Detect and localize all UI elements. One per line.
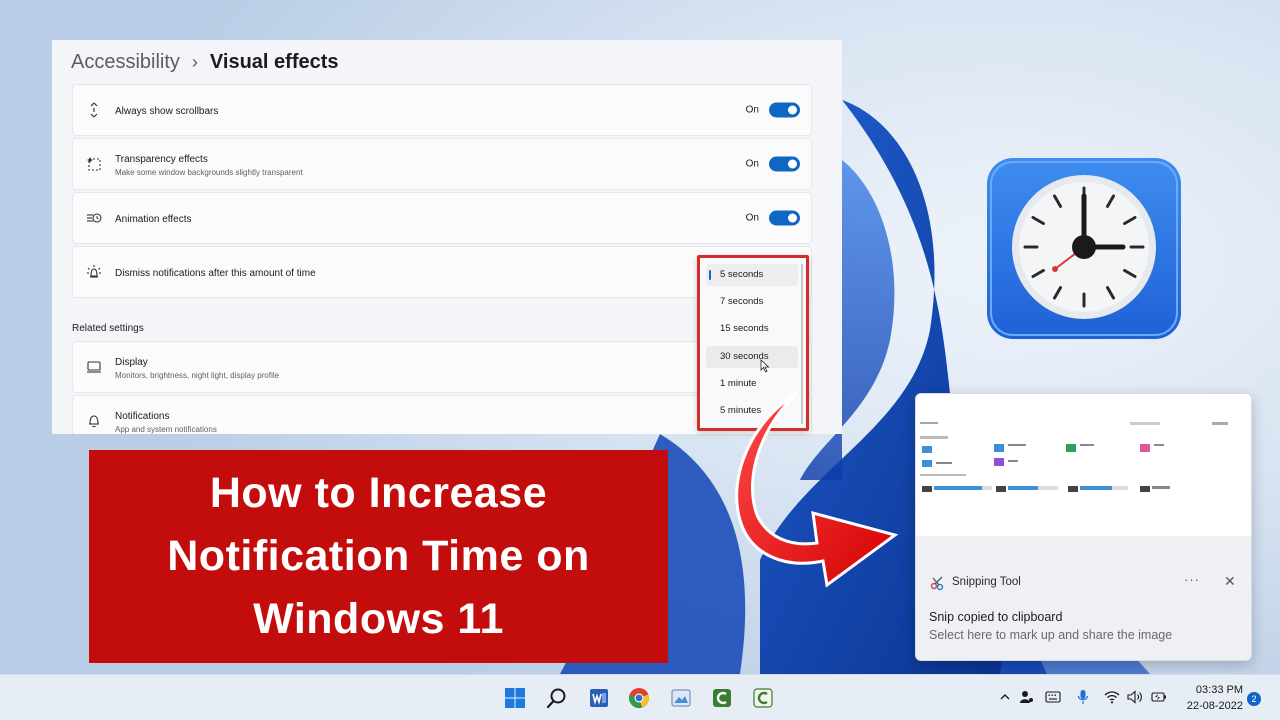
- setting-animation-effects: Animation effects On: [72, 192, 812, 244]
- mouse-cursor-icon: [760, 359, 770, 373]
- toast-app-name: Snipping Tool: [952, 576, 1021, 588]
- toggle-state-label: On: [745, 212, 759, 224]
- setting-title: Display: [115, 357, 148, 368]
- banner-line-2: Notification Time on: [167, 532, 590, 580]
- dropdown-option-30-seconds[interactable]: 30 seconds: [706, 346, 798, 368]
- microphone-icon[interactable]: [1075, 689, 1091, 705]
- transparency-toggle[interactable]: [769, 156, 800, 172]
- breadcrumb: Accessibility › Visual effects: [71, 46, 339, 78]
- chevron-up-icon[interactable]: [997, 689, 1013, 705]
- search-icon[interactable]: [545, 686, 569, 710]
- toggle-state-label: On: [745, 158, 759, 170]
- photos-icon[interactable]: [669, 686, 693, 710]
- windows-start-icon[interactable]: [503, 686, 527, 710]
- taskbar: 03:33 PM 22-08-2022 2: [0, 674, 1280, 720]
- camtasia-alt-icon[interactable]: [751, 686, 775, 710]
- page-title: Visual effects: [209, 50, 339, 73]
- title-banner: How to Increase Notification Time on Win…: [89, 450, 668, 663]
- transparency-icon: [85, 155, 103, 173]
- setting-title: Animation effects: [115, 214, 192, 225]
- setting-title: Dismiss notifications after this amount …: [115, 268, 316, 279]
- setting-transparency-effects: Transparency effects Make some window ba…: [72, 138, 812, 190]
- notification-timer-icon: [85, 263, 103, 281]
- keyboard-icon[interactable]: [1045, 689, 1061, 705]
- scrollbars-toggle[interactable]: [769, 102, 800, 118]
- setting-title: Transparency effects: [115, 154, 208, 165]
- breadcrumb-accessibility[interactable]: Accessibility: [71, 51, 180, 74]
- setting-title: Always show scrollbars: [115, 106, 219, 117]
- toast-title: Snip copied to clipboard: [929, 610, 1063, 624]
- breadcrumb-separator: ›: [191, 51, 198, 72]
- camtasia-icon[interactable]: [710, 686, 734, 710]
- clock-app-icon: [987, 158, 1181, 339]
- dropdown-option-15-seconds[interactable]: 15 seconds: [706, 318, 798, 340]
- banner-line-3: Windows 11: [253, 595, 504, 643]
- setting-subtitle: Monitors, brightness, night light, displ…: [115, 371, 280, 380]
- animation-toggle[interactable]: [769, 210, 800, 226]
- banner-line-1: How to Increase: [209, 469, 548, 517]
- dropdown-option-5-seconds[interactable]: 5 seconds: [706, 264, 798, 286]
- battery-icon[interactable]: [1151, 689, 1167, 705]
- volume-icon[interactable]: [1127, 689, 1143, 705]
- more-options-icon[interactable]: ···: [1184, 572, 1200, 587]
- scrollbar-icon: [85, 101, 103, 119]
- close-icon[interactable]: ✕: [1224, 573, 1236, 590]
- wifi-icon[interactable]: [1104, 689, 1120, 705]
- chrome-icon[interactable]: [627, 686, 651, 710]
- word-icon[interactable]: [587, 686, 611, 710]
- dropdown-option-7-seconds[interactable]: 7 seconds: [706, 291, 798, 313]
- animation-icon: [85, 209, 103, 227]
- red-curved-arrow: [735, 391, 899, 588]
- network-person-icon[interactable]: [1019, 689, 1035, 705]
- snipping-tool-toast[interactable]: Snipping Tool ··· ✕ Snip copied to clipb…: [915, 393, 1252, 661]
- setting-always-show-scrollbars: Always show scrollbars On: [72, 84, 812, 136]
- toast-body: Select here to mark up and share the ima…: [929, 628, 1173, 642]
- snip-preview-image[interactable]: [916, 394, 1251, 536]
- taskbar-date[interactable]: 22-08-2022: [1180, 700, 1243, 712]
- related-settings-heading: Related settings: [72, 323, 144, 334]
- bell-icon: [85, 412, 103, 430]
- setting-title: Notifications: [115, 411, 170, 422]
- toggle-state-label: On: [745, 104, 759, 116]
- display-icon: [85, 358, 103, 376]
- setting-subtitle: Make some window backgrounds slightly tr…: [115, 168, 303, 177]
- setting-subtitle: App and system notifications: [115, 425, 217, 434]
- snipping-tool-icon: [930, 576, 944, 591]
- taskbar-time[interactable]: 03:33 PM: [1193, 684, 1243, 696]
- notification-count-badge[interactable]: 2: [1247, 692, 1261, 706]
